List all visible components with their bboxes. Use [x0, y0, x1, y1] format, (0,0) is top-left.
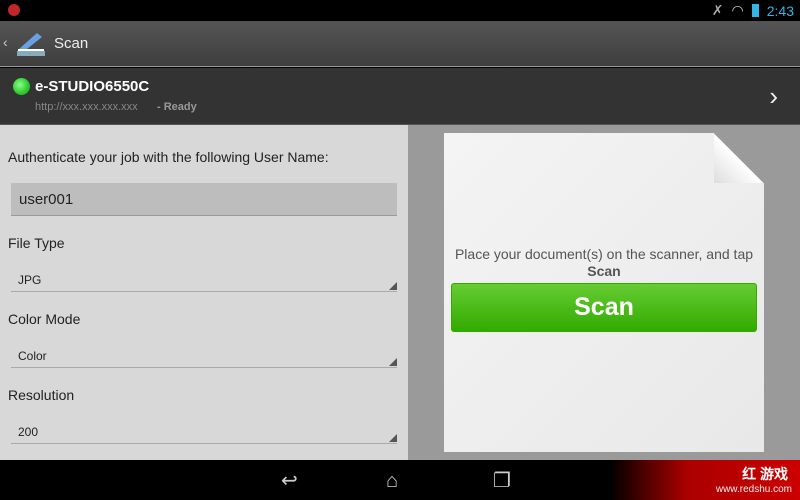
auth-label: Authenticate your job with the following… — [8, 149, 329, 165]
bluetooth-off-icon: ✗ — [711, 2, 724, 18]
status-led-icon — [13, 78, 30, 95]
file-type-label: File Type — [8, 235, 65, 251]
device-state: - Ready — [157, 101, 197, 113]
page-curl-icon — [714, 133, 764, 183]
action-bar: ‹ Scan — [0, 21, 800, 67]
instruction-text: Place your document(s) on the scanner, a… — [454, 246, 754, 279]
device-selector[interactable]: e-STUDIO6550C http://xxx.xxx.xxx.xxx - R… — [0, 68, 800, 125]
color-mode-select[interactable]: Color — [11, 346, 397, 368]
chevron-right-icon[interactable]: › — [769, 81, 778, 112]
wifi-icon: ◠ — [731, 2, 744, 18]
resolution-select[interactable]: 200 — [11, 422, 397, 444]
recent-apps-icon[interactable]: ❐ — [493, 468, 511, 493]
scanner-icon[interactable] — [15, 29, 47, 57]
home-icon[interactable]: ⌂ — [386, 470, 398, 493]
color-mode-label: Color Mode — [8, 311, 81, 327]
document-preview: Place your document(s) on the scanner, a… — [444, 133, 764, 452]
device-url: http://xxx.xxx.xxx.xxx — [35, 101, 138, 113]
navigation-bar: ↩ ⌂ ❐ 红 游戏 www.redshu.com — [0, 460, 800, 500]
page-title: Scan — [54, 35, 89, 52]
battery-icon — [751, 4, 759, 17]
username-input[interactable]: user001 — [11, 183, 397, 216]
preview-panel: Place your document(s) on the scanner, a… — [408, 125, 800, 460]
settings-panel: Authenticate your job with the following… — [0, 125, 408, 460]
status-bar: ✗ ◠ 2:43 — [0, 0, 800, 21]
clock: 2:43 — [766, 2, 794, 19]
notification-icon — [8, 4, 20, 16]
file-type-select[interactable]: JPG — [11, 270, 397, 292]
resolution-label: Resolution — [8, 387, 75, 403]
back-icon[interactable]: ‹ — [3, 34, 8, 50]
device-name: e-STUDIO6550C — [35, 78, 150, 95]
scan-button[interactable]: Scan — [451, 283, 757, 332]
back-nav-icon[interactable]: ↩ — [281, 468, 298, 493]
watermark: 红 游戏 www.redshu.com — [610, 460, 800, 500]
